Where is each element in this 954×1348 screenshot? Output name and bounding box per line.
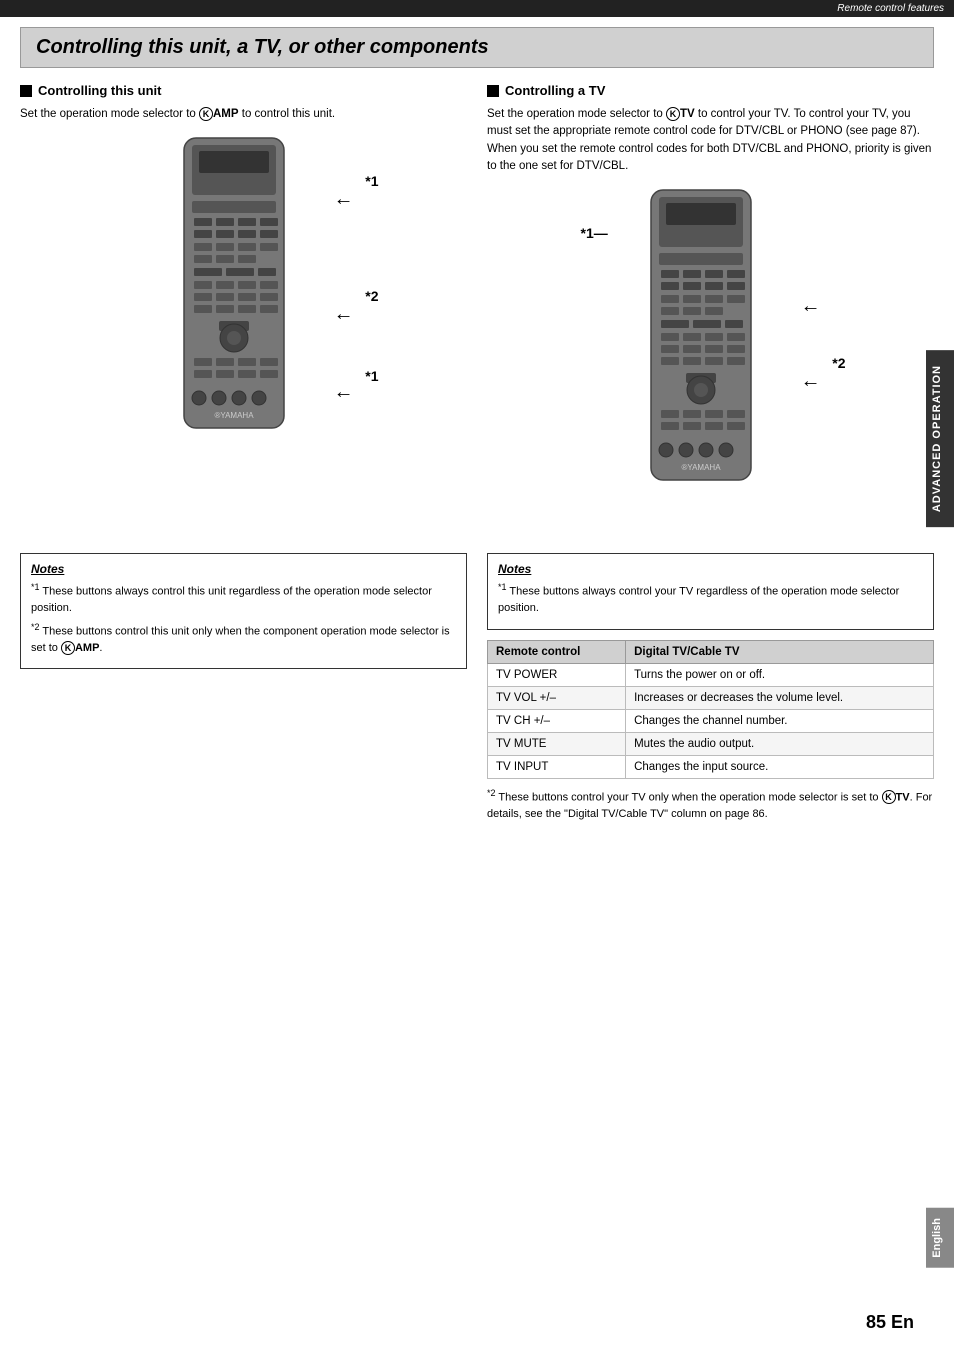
right-notes-section: Notes *1 These buttons always control yo… [487, 553, 934, 630]
left-heading-text: Controlling this unit [38, 83, 161, 98]
right-arrow2: ← [801, 370, 821, 393]
right-heading-text: Controlling a TV [505, 83, 605, 98]
table-cell-desc: Mutes the audio output. [626, 732, 934, 755]
table-cell-control: TV INPUT [488, 755, 626, 778]
left-arrow3: ← [334, 381, 354, 404]
right-star1-label: *1— [581, 225, 608, 241]
left-arrow2: ← [334, 303, 354, 326]
left-arrow1: ← [334, 188, 354, 211]
left-note-1: *1 These buttons always control this uni… [31, 581, 456, 617]
left-notes-section: Notes *1 These buttons always control th… [20, 553, 467, 669]
right-star2-label: *2 [832, 355, 845, 371]
tv-circle-icon: K [666, 107, 680, 121]
top-bar-label: Remote control features [837, 3, 944, 14]
page-number: 85 En [866, 1312, 914, 1333]
right-note-2: *2 These buttons control your TV only wh… [487, 787, 934, 823]
right-note-1: *1 These buttons always control your TV … [498, 581, 923, 617]
amp2-circle-icon: K [61, 641, 75, 655]
right-remote-container: ®YAMAHA *1— *2 ← ← [487, 185, 934, 508]
right-notes-col: Notes *1 These buttons always control yo… [487, 538, 934, 826]
english-tab: English [926, 1208, 954, 1268]
left-notes-col: Notes *1 These buttons always control th… [20, 538, 467, 669]
main-content: Controlling this unit, a TV, or other co… [0, 17, 954, 846]
table-cell-desc: Increases or decreases the volume level. [626, 686, 934, 709]
table-row: TV INPUTChanges the input source. [488, 755, 934, 778]
left-remote-svg: ®YAMAHA [164, 133, 324, 453]
left-section-text: Set the operation mode selector to KAMP … [20, 106, 467, 123]
left-column: Controlling this unit Set the operation … [20, 83, 467, 518]
table-cell-control: TV MUTE [488, 732, 626, 755]
heading-square-icon [20, 85, 32, 97]
table-cell-control: TV CH +/– [488, 709, 626, 732]
right-remote-svg: ®YAMAHA [631, 185, 791, 505]
amp-circle-icon: K [199, 107, 213, 121]
table-cell-control: TV VOL +/– [488, 686, 626, 709]
right-notes-title: Notes [498, 562, 923, 576]
remote-control-table: Remote control Digital TV/Cable TV TV PO… [487, 640, 934, 779]
svg-text:®YAMAHA: ®YAMAHA [681, 463, 721, 472]
table-cell-control: TV POWER [488, 663, 626, 686]
table-cell-desc: Changes the input source. [626, 755, 934, 778]
right-column: Controlling a TV Set the operation mode … [487, 83, 934, 518]
right-section-heading: Controlling a TV [487, 83, 934, 98]
table-row: TV VOL +/–Increases or decreases the vol… [488, 686, 934, 709]
two-column-top: Controlling this unit Set the operation … [20, 83, 934, 518]
table-cell-desc: Changes the channel number. [626, 709, 934, 732]
svg-text:®YAMAHA: ®YAMAHA [214, 411, 254, 420]
right-section-text: Set the operation mode selector to KTV t… [487, 106, 934, 175]
table-col1-header: Remote control [488, 640, 626, 663]
right-heading-square-icon [487, 85, 499, 97]
table-row: TV MUTEMutes the audio output. [488, 732, 934, 755]
left-note-2: *2 These buttons control this unit only … [31, 621, 456, 657]
left-remote-container: ®YAMAHA *1 *2 *1 ← ← ← [20, 133, 467, 456]
left-notes-title: Notes [31, 562, 456, 576]
table-col2-header: Digital TV/Cable TV [626, 640, 934, 663]
left-star1-label: *1 [365, 173, 378, 189]
left-star1b-label: *1 [365, 368, 378, 384]
right-remote-wrap: ®YAMAHA *1— *2 ← ← [631, 185, 791, 508]
title-box: Controlling this unit, a TV, or other co… [20, 27, 934, 68]
left-remote-wrap: ®YAMAHA *1 *2 *1 ← ← ← [164, 133, 324, 456]
table-row: TV POWERTurns the power on or off. [488, 663, 934, 686]
left-section-heading: Controlling this unit [20, 83, 467, 98]
table-cell-desc: Turns the power on or off. [626, 663, 934, 686]
page-title: Controlling this unit, a TV, or other co… [36, 36, 918, 59]
tv2-circle-icon: K [882, 790, 896, 804]
left-star2-label: *2 [365, 288, 378, 304]
two-column-bottom: Notes *1 These buttons always control th… [20, 538, 934, 826]
table-row: TV CH +/–Changes the channel number. [488, 709, 934, 732]
top-bar: Remote control features [0, 0, 954, 17]
english-label: English [931, 1218, 943, 1258]
right-arrow1: ← [801, 295, 821, 318]
